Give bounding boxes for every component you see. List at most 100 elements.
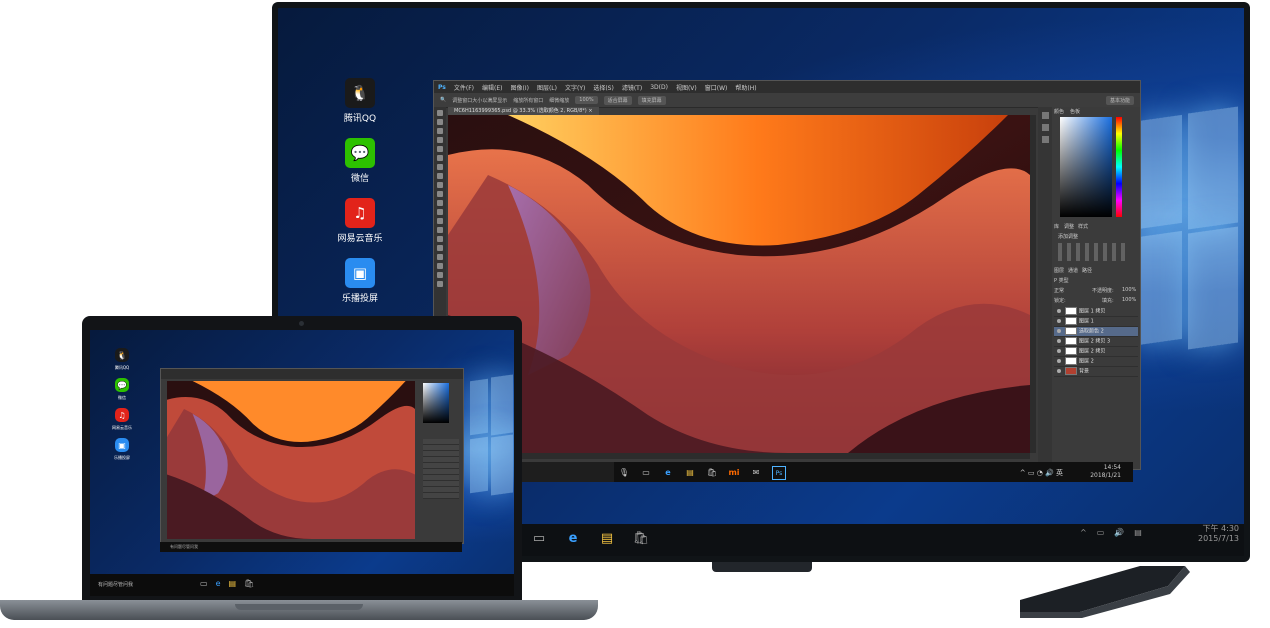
eraser-tool-icon[interactable] [437,200,443,206]
store-icon[interactable]: 🛍 [706,466,718,478]
desktop-icon-wechat[interactable]: 💬 微信 [330,138,390,184]
menu-filter[interactable]: 滤镜(T) [622,83,642,92]
color-picker-field[interactable] [423,383,449,423]
input-language[interactable]: 英 [1056,469,1063,477]
desktop-icon-netease-music[interactable]: ♫ 网易云音乐 [330,198,390,244]
crop-tool-icon[interactable] [437,146,443,152]
shape-tool-icon[interactable] [437,263,443,269]
option-zoom-all[interactable]: 缩放所有窗口 [513,97,543,104]
tab-color[interactable]: 颜色 [1054,108,1064,115]
option-fit-screen-button[interactable]: 适合屏幕 [603,95,632,105]
menu-3d[interactable]: 3D(D) [650,84,668,91]
canvas-antelope-canyon-photo[interactable] [448,115,1030,453]
tab-channels[interactable]: 通道 [1068,267,1078,274]
visibility-eye-icon[interactable] [1057,348,1061,353]
dodge-tool-icon[interactable] [437,227,443,233]
brush-tool-icon[interactable] [437,173,443,179]
history-brush-tool-icon[interactable] [437,191,443,197]
chevron-up-icon[interactable]: ^ [1020,469,1026,477]
option-fill-screen-button[interactable]: 填充屏幕 [637,95,666,105]
hue-slider[interactable] [1116,117,1122,217]
tab-styles[interactable]: 样式 [1078,223,1088,230]
desktop-icon-qq[interactable]: 🐧 腾讯QQ [330,78,390,124]
tab-libraries[interactable]: 库 [1054,223,1059,230]
layer-row[interactable]: 图层 2 拷贝 3 [1054,337,1138,347]
tab-swatches[interactable]: 色板 [1070,108,1080,115]
layer-row[interactable]: 图层 1 [1054,317,1138,327]
blur-tool-icon[interactable] [437,218,443,224]
workspace-select[interactable]: 基本功能 [1105,95,1134,105]
menu-image[interactable]: 图像(I) [511,83,529,92]
wifi-icon[interactable]: ◔ [1037,469,1043,477]
pen-tool-icon[interactable] [437,236,443,242]
menu-view[interactable]: 视图(V) [676,83,697,92]
menu-select[interactable]: 选择(S) [593,83,614,92]
layer-row-selected[interactable]: 选取颜色 2 [1054,327,1138,337]
menu-window[interactable]: 窗口(W) [705,83,728,92]
task-view-icon[interactable]: ▭ [640,466,652,478]
visibility-eye-icon[interactable] [1057,368,1061,373]
desktop-icon-lebo-cast[interactable]: ▣ 乐播投屏 [102,438,142,461]
canvas-antelope-canyon-photo-mini[interactable] [167,381,415,539]
store-icon[interactable]: 🛍 [244,579,254,588]
clock[interactable]: 14:54 2018/1/21 [1090,464,1121,480]
eyedropper-tool-icon[interactable] [437,155,443,161]
file-explorer-icon[interactable]: ▤ [684,466,696,478]
zoom-tool-icon[interactable] [437,281,443,287]
menu-edit[interactable]: 编辑(E) [482,83,502,92]
option-scrubby-zoom[interactable]: 细微缩放 [549,97,569,104]
stamp-tool-icon[interactable] [437,182,443,188]
layer-row[interactable]: 图层 1 拷贝 [1054,307,1138,317]
visibility-eye-icon[interactable] [1057,358,1061,363]
history-panel-icon[interactable] [1041,112,1049,119]
menu-help[interactable]: 帮助(H) [735,83,756,92]
tab-layers[interactable]: 图层 [1054,267,1064,274]
healing-tool-icon[interactable] [437,164,443,170]
gradient-tool-icon[interactable] [437,209,443,215]
visibility-eye-icon[interactable] [1057,328,1061,333]
hand-tool-icon[interactable] [437,272,443,278]
battery-icon[interactable]: ▭ [1028,469,1035,477]
layer-row[interactable]: 背景 [1054,367,1138,377]
microphone-icon[interactable]: 🎙 [618,466,630,478]
adjustment-icons-grid[interactable] [1058,243,1128,261]
laptop-search-box[interactable]: 有问题尽管问我 [98,581,133,588]
layers-panel-mini[interactable] [423,439,459,499]
desktop-icon-wechat[interactable]: 💬 微信 [102,378,142,401]
fill-value[interactable]: 100% [1122,297,1136,303]
marquee-tool-icon[interactable] [437,119,443,125]
brush-panel-icon[interactable] [1041,136,1049,143]
photoshop-icon[interactable]: Ps [772,466,786,480]
layer-row[interactable]: 图层 2 拷贝 [1054,347,1138,357]
task-view-icon[interactable]: ▭ [200,579,208,588]
lasso-tool-icon[interactable] [437,128,443,134]
layer-filter[interactable]: P 类型 [1054,277,1069,284]
mi-icon[interactable]: mi [728,466,740,478]
type-tool-icon[interactable] [437,245,443,251]
tab-paths[interactable]: 路径 [1082,267,1092,274]
menu-layer[interactable]: 图层(L) [537,83,557,92]
menu-type[interactable]: 文字(Y) [565,83,585,92]
mail-icon[interactable]: ✉ [750,466,762,478]
move-tool-icon[interactable] [437,110,443,116]
file-explorer-icon[interactable]: ▤ [228,579,236,588]
desktop-icon-lebo-cast[interactable]: ▣ 乐播投屏 [330,258,390,304]
properties-panel-icon[interactable] [1041,124,1049,131]
color-picker-field[interactable] [1060,117,1112,217]
visibility-eye-icon[interactable] [1057,308,1061,313]
visibility-eye-icon[interactable] [1057,318,1061,323]
option-resize-windows[interactable]: 调整窗口大小以满屏显示 [452,97,507,104]
menu-file[interactable]: 文件(F) [454,83,474,92]
zoom-tool-icon[interactable]: 🔍 [440,97,446,103]
horizontal-scrollbar[interactable] [448,453,1030,459]
desktop-icon-netease-music[interactable]: ♫ 网易云音乐 [102,408,142,431]
tab-adjustments[interactable]: 调整 [1064,223,1074,230]
opacity-value[interactable]: 100% [1122,287,1136,293]
document-tab[interactable]: MC6H1163999365.psd @ 33.3% (选取颜色 2, RGB/… [448,107,599,115]
visibility-eye-icon[interactable] [1057,338,1061,343]
volume-icon[interactable]: 🔊 [1045,469,1054,477]
desktop-icon-qq[interactable]: 🐧 腾讯QQ [102,348,142,371]
vertical-scrollbar[interactable] [1030,115,1036,453]
edge-icon[interactable]: e [216,579,221,588]
layer-row[interactable]: 图层 2 [1054,357,1138,367]
